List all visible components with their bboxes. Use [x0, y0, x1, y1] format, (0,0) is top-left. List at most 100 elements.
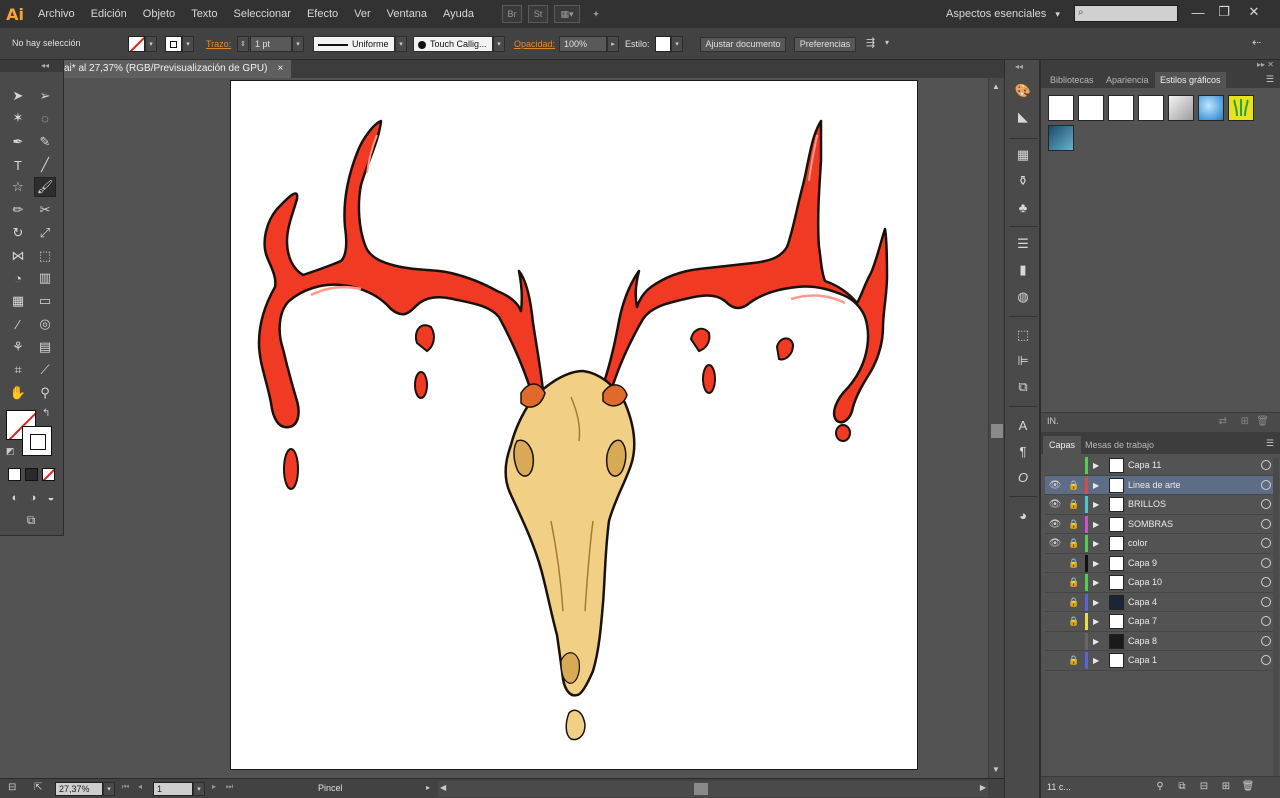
arrange-documents-icon[interactable]: ▦▾ [554, 5, 581, 23]
column-graph-tool-icon[interactable]: ▤ [34, 337, 56, 357]
layer-name[interactable]: Capa 8 [1128, 632, 1157, 651]
color-guide-icon[interactable]: 🎨 [1013, 82, 1033, 100]
expand-arrow-icon[interactable]: ▶ [1093, 458, 1103, 473]
layer-row[interactable]: ▶ Capa 8 [1045, 632, 1277, 651]
lock-toggle-icon[interactable]: 🔒 [1067, 478, 1081, 493]
slice-tool-icon[interactable]: ⟋ [34, 360, 56, 380]
magic-wand-tool-icon[interactable]: ✶ [7, 108, 29, 128]
visibility-toggle-icon[interactable]: 👁 [1047, 517, 1063, 532]
align-icon[interactable]: ⊫ [1013, 352, 1033, 370]
stroke-color-box[interactable] [22, 426, 52, 456]
tab-graphic-styles[interactable]: Estilos gráficos [1155, 72, 1226, 88]
previous-artboard-icon[interactable]: ◂ [138, 782, 142, 791]
minimize-button[interactable]: — [1186, 2, 1210, 22]
appearance-icon[interactable]: ◕ [1013, 506, 1033, 524]
pen-tool-icon[interactable]: ✒ [7, 132, 29, 152]
graphic-style-stroke[interactable] [1138, 95, 1164, 121]
visibility-toggle-icon[interactable] [1047, 595, 1063, 610]
star-tool-icon[interactable]: ☆ [7, 177, 29, 197]
layer-target-icon[interactable] [1261, 616, 1271, 626]
visibility-toggle-icon[interactable]: 👁 [1047, 497, 1063, 512]
pathfinder-icon[interactable]: ⧉ [1013, 378, 1033, 396]
expand-arrow-icon[interactable]: ▶ [1093, 536, 1103, 551]
expand-arrow-icon[interactable]: ▶ [1093, 595, 1103, 610]
menu-ayuda[interactable]: Ayuda [435, 0, 482, 28]
layer-target-icon[interactable] [1261, 577, 1271, 587]
symbol-sprayer-tool-icon[interactable]: ⚘ [7, 337, 29, 357]
scroll-down-icon[interactable]: ▼ [992, 765, 1000, 774]
close-tab-icon[interactable]: × [277, 60, 283, 78]
new-layer-icon[interactable]: ⊞ [1219, 781, 1233, 795]
layer-target-icon[interactable] [1261, 460, 1271, 470]
layer-target-icon[interactable] [1261, 635, 1271, 646]
stroke-weight-field[interactable]: 1 pt [250, 36, 292, 52]
layer-row[interactable]: 🔒 ▶ Capa 10 [1045, 573, 1277, 593]
style-dropdown[interactable]: ▾ [671, 36, 683, 52]
mesh-tool-icon[interactable]: ▦ [7, 291, 29, 311]
opacity-field[interactable]: 100% [559, 36, 607, 52]
bridge-icon[interactable]: Br [502, 5, 523, 23]
opentype-icon[interactable]: O [1013, 468, 1033, 486]
scroll-up-icon[interactable]: ▲ [992, 82, 1000, 91]
brush-definition[interactable]: Touch Callig... [413, 36, 493, 52]
visibility-toggle-icon[interactable] [1047, 575, 1063, 590]
tab-artboards[interactable]: Mesas de trabajo [1079, 436, 1160, 454]
layer-target-icon[interactable] [1261, 538, 1271, 548]
delete-layer-icon[interactable]: 🗑 [1241, 781, 1255, 795]
scroll-left-icon[interactable]: ◀ [440, 783, 446, 792]
delete-style-icon[interactable]: 🗑 [1256, 416, 1269, 427]
type-tool-icon[interactable]: T [7, 155, 29, 175]
graphic-style-white[interactable] [1108, 95, 1134, 121]
menu-archivo[interactable]: Archivo [30, 0, 83, 28]
visibility-toggle-icon[interactable]: 👁 [1047, 478, 1063, 493]
variable-width-profile[interactable]: Uniforme [313, 36, 395, 52]
perspective-grid-tool-icon[interactable]: ▥ [34, 268, 56, 288]
swatches-icon[interactable]: ▦ [1013, 146, 1033, 164]
layer-name[interactable]: Capa 10 [1128, 573, 1162, 592]
hand-tool-icon[interactable]: ✋ [7, 383, 29, 403]
layer-target-icon[interactable] [1261, 518, 1271, 529]
stock-icon[interactable]: St [528, 5, 549, 23]
visibility-toggle-icon[interactable] [1047, 458, 1063, 473]
zoom-dropdown[interactable]: ▾ [103, 782, 115, 796]
lasso-tool-icon[interactable]: ◌ [34, 108, 56, 128]
document-setup-button[interactable]: Ajustar documento [700, 37, 786, 52]
tab-libraries[interactable]: Bibliotecas [1045, 72, 1099, 88]
scissors-tool-icon[interactable]: ✂ [34, 200, 56, 220]
close-window-button[interactable]: ✕ [1242, 2, 1266, 22]
layer-row[interactable]: 👁 🔒 ▶ BRILLOS [1045, 495, 1277, 515]
expand-arrow-icon[interactable]: ▶ [1093, 575, 1103, 590]
transform-icon[interactable]: ⬚ [1013, 326, 1033, 344]
expand-arrow-icon[interactable]: ▶ [1093, 634, 1103, 649]
lock-toggle-icon[interactable]: 🔒 [1067, 614, 1081, 629]
gradient-tool-icon[interactable]: ▭ [34, 291, 56, 311]
fill-dropdown-arrow[interactable]: ▾ [145, 36, 157, 52]
eyedropper-tool-icon[interactable]: ⁄ [7, 314, 29, 334]
layer-row[interactable]: 🔒 ▶ Capa 9 [1045, 554, 1277, 573]
locate-object-icon[interactable]: ⚲ [1153, 781, 1167, 795]
stroke-label[interactable]: Trazo: [206, 39, 231, 49]
visibility-toggle-icon[interactable] [1047, 653, 1063, 668]
lock-toggle-icon[interactable]: 🔒 [1067, 595, 1081, 610]
fill-color-swatch[interactable] [128, 36, 145, 52]
artboard-tool-icon[interactable]: ⌗ [7, 360, 29, 380]
style-swatch[interactable] [655, 36, 671, 52]
free-transform-tool-icon[interactable]: ⬚ [34, 246, 56, 266]
menu-objeto[interactable]: Objeto [135, 0, 183, 28]
preferences-button[interactable]: Preferencias [794, 37, 856, 52]
none-mode-icon[interactable] [42, 468, 55, 481]
tools-panel-header[interactable]: ◂◂ [0, 60, 63, 72]
layer-row[interactable]: 👁 🔒 ▶ Linea de arte [1045, 475, 1277, 495]
lock-toggle-icon[interactable]: 🔒 [1067, 575, 1081, 590]
stroke-weight-dropdown[interactable]: ▾ [292, 36, 304, 52]
clipping-mask-icon[interactable]: ⧉ [1175, 781, 1189, 795]
layer-target-icon[interactable] [1261, 499, 1271, 509]
layer-row[interactable]: 🔒 ▶ Capa 4 [1045, 593, 1277, 612]
symbols-icon[interactable]: ♣ [1013, 198, 1033, 216]
layer-row[interactable]: ▶ Capa 11 [1045, 456, 1277, 476]
horizontal-scrollbar[interactable]: ◀ ▶ [438, 781, 988, 797]
artboard[interactable] [230, 80, 918, 770]
draw-inside-icon[interactable]: ◒ [40, 488, 62, 508]
menu-edicion[interactable]: Edición [83, 0, 135, 28]
help-search-input[interactable]: ⌕ [1074, 5, 1178, 22]
